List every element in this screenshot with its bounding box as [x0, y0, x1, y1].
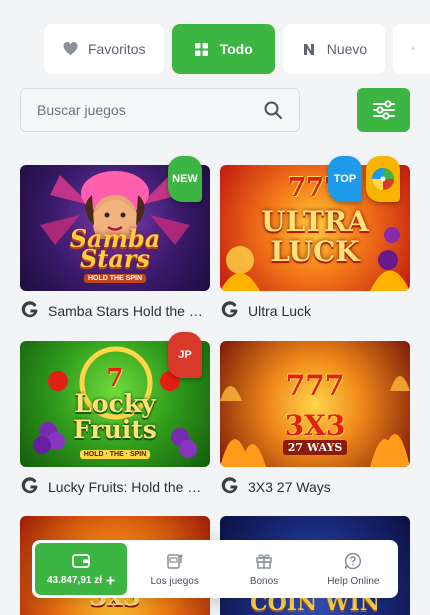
- provider-g-icon: [221, 477, 238, 494]
- tab-label: Nuevo: [326, 41, 368, 57]
- filter-button[interactable]: [357, 88, 410, 132]
- provider-g-icon: [21, 477, 38, 494]
- game-title-row[interactable]: Ultra Luck: [220, 301, 410, 321]
- game-title-row[interactable]: 3X3 27 Ways: [220, 477, 410, 497]
- nav-help-online[interactable]: Help Online: [309, 540, 398, 598]
- nav-label: Bonos: [249, 575, 279, 587]
- game-name: 3X3 27 Ways: [248, 479, 331, 495]
- art-title-line: Fruits: [73, 415, 157, 444]
- bottom-navigation: 43.847,91 zł Los juegos Bonos Help Onlin…: [32, 540, 398, 598]
- new-badge: NEW: [168, 156, 202, 202]
- nav-los-juegos[interactable]: Los juegos: [130, 540, 219, 598]
- wheel-badge: [366, 156, 400, 202]
- heart-icon: [62, 41, 78, 57]
- tab-overflow[interactable]: •: [393, 24, 430, 74]
- game-name: Lucky Fruits: Hold the Spin: [48, 479, 210, 495]
- tab-label: Favoritos: [88, 41, 146, 57]
- game-title-row[interactable]: Samba Stars Hold the Spin: [20, 301, 210, 321]
- art-title-line: LUCK: [270, 235, 360, 268]
- game-title-row[interactable]: Lucky Fruits: Hold the Spin: [20, 477, 210, 497]
- games-page: Favoritos Todo Nuevo • Buscar juegos Sam…: [0, 0, 430, 615]
- provider-g-icon: [221, 301, 238, 318]
- tab-favoritos[interactable]: Favoritos: [44, 24, 164, 74]
- nav-label: Los juegos: [150, 575, 199, 587]
- art-sevens: 777: [285, 369, 345, 402]
- art-title-line: ULTRA: [261, 205, 369, 238]
- art-subtitle: HOLD · THE · SPIN: [79, 450, 151, 459]
- art-title-line: Stars: [79, 244, 151, 273]
- wallet-icon: [72, 553, 90, 568]
- provider-g-icon: [21, 301, 38, 318]
- new-icon: [301, 41, 317, 57]
- balance-amount: 43.847,91 zł: [46, 574, 103, 586]
- game-card[interactable]: 777 ULTRA LUCK TOP Ultra Luck: [220, 156, 410, 321]
- game-card[interactable]: 7 Locky Fruits HOLD · THE · SPIN JP Luck…: [20, 332, 210, 497]
- fortune-wheel-icon: [372, 168, 394, 190]
- slot-machine-icon: [166, 553, 183, 569]
- top-badge: TOP: [328, 156, 362, 202]
- game-card[interactable]: Samba Stars HOLD THE SPIN NEW Samba Star…: [20, 156, 210, 321]
- balance-button[interactable]: 43.847,91 zł: [35, 543, 127, 595]
- art-title-line: Locky: [74, 389, 156, 418]
- search-input[interactable]: [37, 102, 263, 118]
- game-thumbnail[interactable]: 777 3X3 27 WAYS: [220, 341, 410, 467]
- search-box: [20, 88, 300, 132]
- help-chat-icon: [345, 552, 362, 569]
- nav-bonos[interactable]: Bonos: [219, 540, 308, 598]
- game-name: Ultra Luck: [248, 303, 312, 319]
- category-tabs: Favoritos Todo Nuevo •: [44, 24, 430, 74]
- search-icon[interactable]: [263, 100, 283, 120]
- sliders-icon: [372, 100, 395, 120]
- tab-todo[interactable]: Todo: [171, 24, 275, 74]
- nav-label: Help Online: [327, 575, 380, 587]
- art-title-line: 3X3: [284, 409, 346, 442]
- overflow-dot-icon: •: [411, 43, 415, 55]
- grid-icon: [194, 41, 210, 57]
- game-card[interactable]: 777 3X3 27 WAYS 3X3 27 Ways: [220, 341, 410, 497]
- tab-nuevo[interactable]: Nuevo: [282, 24, 386, 74]
- art-subtitle: HOLD THE SPIN: [83, 274, 147, 283]
- gift-icon: [256, 553, 272, 569]
- game-name: Samba Stars Hold the Spin: [48, 303, 210, 319]
- plus-icon: [106, 576, 115, 584]
- jackpot-badge: JP: [168, 332, 202, 378]
- tab-label: Todo: [219, 41, 253, 57]
- art-subtitle: 27 WAYS: [282, 440, 348, 455]
